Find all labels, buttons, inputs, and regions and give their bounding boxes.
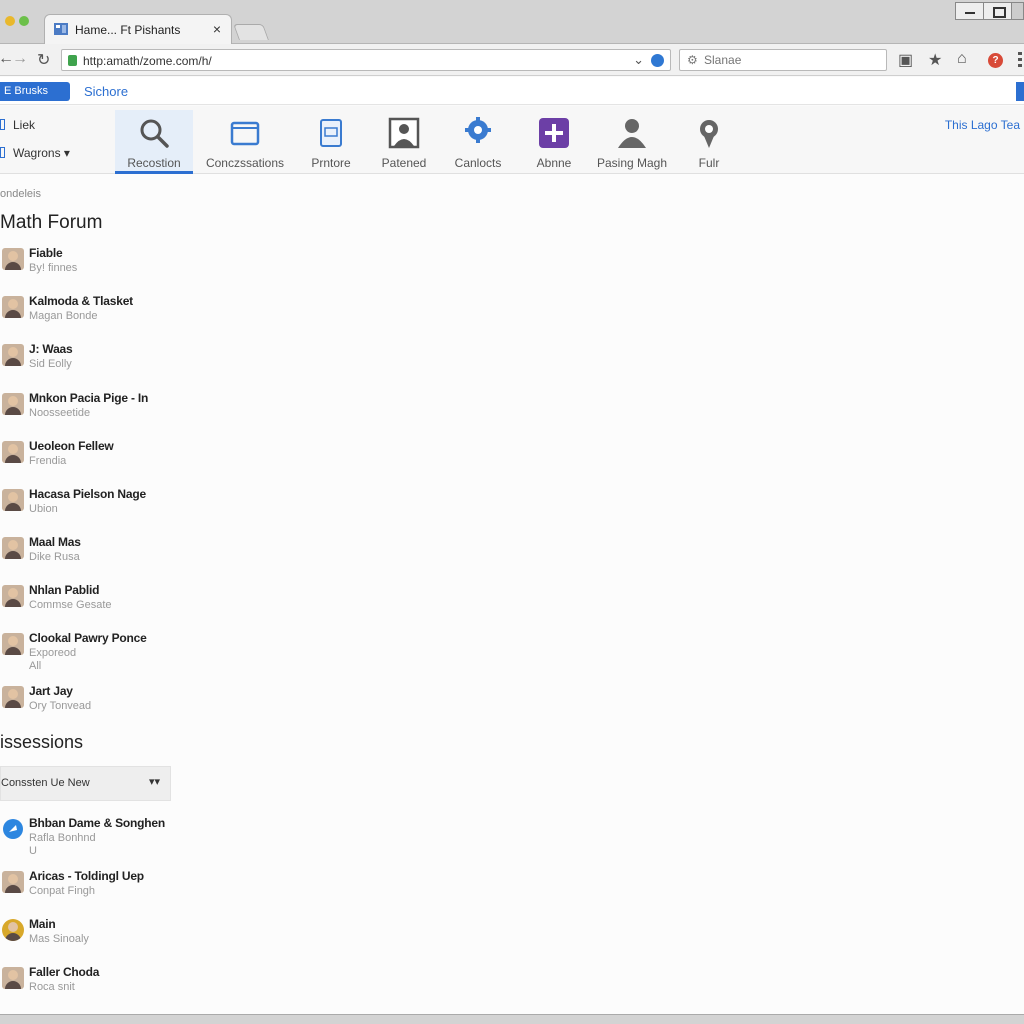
nav-item-pasing-magh[interactable]: Pasing Magh: [596, 110, 668, 174]
tab-close-icon[interactable]: ×: [213, 21, 221, 37]
nav-item-recostion[interactable]: Recostion: [115, 110, 193, 174]
nav-item-canlocts[interactable]: Canlocts: [448, 110, 508, 174]
avatar: [2, 967, 24, 989]
reload-icon[interactable]: ↻: [37, 50, 50, 70]
avatar: [2, 489, 24, 511]
add-icon: [539, 118, 569, 148]
portrait-icon: [388, 117, 420, 149]
main-content: ondeleis Math Forum Fiable By! finnes Ka…: [0, 174, 1024, 1014]
avatar: [2, 871, 24, 893]
link-marker-icon: [0, 119, 5, 130]
nav-item-patened[interactable]: Patened: [374, 110, 434, 174]
user-icon: [618, 119, 646, 148]
search-icon: [140, 119, 169, 148]
discussion-filter-dropdown[interactable]: Conssten Ue New ▾▾: [0, 766, 171, 801]
avatar: [2, 393, 24, 415]
nav-item-fulr[interactable]: Fulr: [682, 110, 736, 174]
forward-icon[interactable]: →: [12, 50, 28, 68]
window-bottom-border: [0, 1014, 1024, 1024]
maximize-button[interactable]: [984, 3, 1012, 19]
gear-icon: [465, 117, 491, 143]
window-controls: [955, 2, 1024, 20]
breadcrumb: ondeleis: [0, 188, 41, 200]
avatar: [2, 344, 24, 366]
search-input[interactable]: [704, 53, 879, 67]
avatar: [2, 248, 24, 270]
settings-icon: [700, 120, 718, 148]
close-window-button[interactable]: [1012, 3, 1024, 19]
nav-item-prntore[interactable]: Prntore: [300, 110, 362, 174]
menu-icon[interactable]: [1018, 52, 1022, 68]
avatar: [2, 441, 24, 463]
nav-right-link[interactable]: This Lago Tea: [945, 118, 1020, 132]
page-favicon-icon: [54, 23, 68, 35]
app-right-button[interactable]: [1016, 82, 1024, 101]
app-primary-button[interactable]: E Brusks: [0, 82, 70, 101]
chevron-down-icon: ▾▾: [148, 776, 160, 788]
browser-tabstrip: Hame... Ft Pishants ×: [0, 0, 1024, 44]
address-bar[interactable]: http:amath/zome.com/h/ ⌄: [61, 49, 671, 71]
app-link[interactable]: Sichore: [84, 84, 128, 99]
avatar: [2, 919, 24, 941]
search-box[interactable]: ⚙: [679, 49, 887, 71]
discussions-title: issessions: [0, 732, 84, 752]
new-tab-button[interactable]: [233, 24, 269, 40]
avatar: [2, 296, 24, 318]
browser-toolbar: ← → ↻ http:amath/zome.com/h/ ⌄ ⚙ ▣ ★ ⌂ ?: [0, 44, 1024, 76]
avatar: [2, 633, 24, 655]
tab-title: Hame... Ft Pishants: [75, 23, 181, 37]
extension-icon[interactable]: ▣: [898, 50, 913, 70]
side-link-like[interactable]: Liek: [0, 118, 35, 132]
chevron-down-icon[interactable]: ⌄: [633, 52, 644, 68]
link-marker-icon: [0, 147, 5, 158]
home-icon[interactable]: ⌂: [957, 50, 967, 68]
forum-title: Math Forum: [0, 212, 103, 233]
avatar: [2, 537, 24, 559]
main-nav: Liek Wagrons ▾ Recostion Conczssations P…: [0, 106, 1024, 174]
nav-item-conversations[interactable]: Conczssations: [205, 110, 285, 174]
minimize-window-dot[interactable]: [5, 16, 15, 26]
minimize-button[interactable]: [956, 3, 984, 19]
window-icon: [230, 121, 260, 146]
discussion-icon: [3, 819, 23, 840]
avatar: [2, 686, 24, 708]
nav-item-abnne[interactable]: Abnne: [524, 110, 584, 174]
document-icon: [320, 119, 342, 147]
browser-tab[interactable]: Hame... Ft Pishants ×: [44, 14, 232, 44]
page-action-icon[interactable]: [651, 54, 664, 67]
side-link-wagons[interactable]: Wagrons ▾: [0, 146, 70, 160]
app-bar: E Brusks Sichore: [0, 77, 1024, 105]
lock-icon: [68, 55, 77, 66]
alert-icon[interactable]: ?: [988, 53, 1003, 68]
search-icon: ⚙: [687, 53, 698, 67]
url-text[interactable]: http:amath/zome.com/h/: [83, 54, 212, 68]
avatar: [2, 585, 24, 607]
zoom-window-dot[interactable]: [19, 16, 29, 26]
star-icon[interactable]: ★: [928, 50, 942, 70]
